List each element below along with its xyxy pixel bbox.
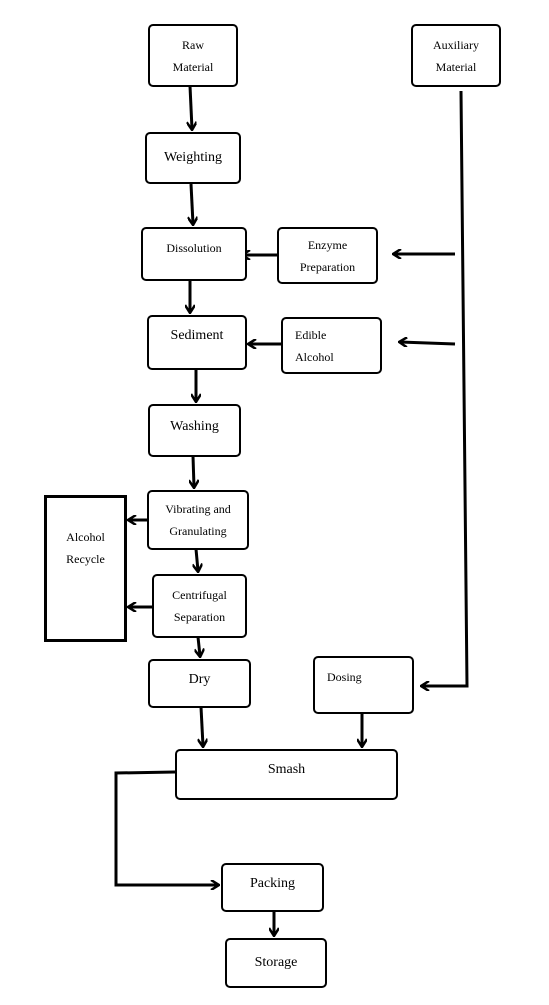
node-weighting: Weighting (145, 132, 241, 184)
arrow-washing-to-vibrating (193, 455, 194, 487)
label: Alcohol (66, 530, 105, 544)
label: Centrifugal (172, 588, 227, 602)
arrow-dry-to-smash (201, 706, 203, 746)
node-dry: Dry (148, 659, 251, 708)
arrow-vibrating-to-centrifugal (196, 548, 198, 571)
arrow-aux-to-edible (400, 342, 456, 344)
node-edible-alcohol: Edible Alcohol (281, 317, 382, 374)
label: Smash (267, 762, 306, 777)
node-sediment: Sediment (147, 315, 247, 370)
arrow-centrifugal-to-dry (198, 636, 200, 656)
node-auxiliary-material: Auxiliary Material (411, 24, 501, 87)
node-dissolution: Dissolution (141, 227, 247, 281)
label: Storage (254, 955, 298, 970)
label: Vibrating and (165, 502, 231, 516)
arrow-raw-to-weighting (190, 85, 192, 129)
label: Auxiliary (433, 37, 479, 52)
node-centrifugal-separation: Centrifugal Separation (152, 574, 247, 638)
node-storage: Storage (225, 938, 327, 988)
label: Granulating (169, 524, 227, 538)
label: Alcohol (295, 349, 334, 364)
label: Washing (170, 419, 219, 434)
label: Packing (249, 876, 296, 891)
node-alcohol-recycle: Alcohol Recycle (44, 495, 127, 642)
arrow-aux-to-dosing (422, 90, 469, 686)
node-enzyme-preparation: Enzyme Preparation (277, 227, 378, 284)
label: Enzyme (307, 237, 348, 252)
node-raw-material: Raw Material (148, 24, 238, 87)
label: Material (435, 59, 477, 74)
label: Preparation (299, 259, 356, 274)
label: Raw (182, 37, 204, 52)
label: Material (172, 59, 214, 74)
label: Separation (173, 610, 226, 624)
label: Dosing (327, 670, 362, 684)
node-washing: Washing (148, 404, 241, 457)
node-smash: Smash (175, 749, 398, 800)
node-vibrating-granulating: Vibrating and Granulating (147, 490, 249, 550)
node-dosing: Dosing (313, 656, 414, 714)
arrow-weighting-to-dissolution (191, 183, 193, 224)
node-packing: Packing (221, 863, 324, 912)
label: Edible (295, 327, 327, 342)
label: Dry (188, 672, 211, 687)
label: Sediment (170, 328, 224, 343)
label: Recycle (66, 552, 105, 566)
label: Dissolution (166, 241, 222, 255)
label: Weighting (164, 150, 222, 165)
